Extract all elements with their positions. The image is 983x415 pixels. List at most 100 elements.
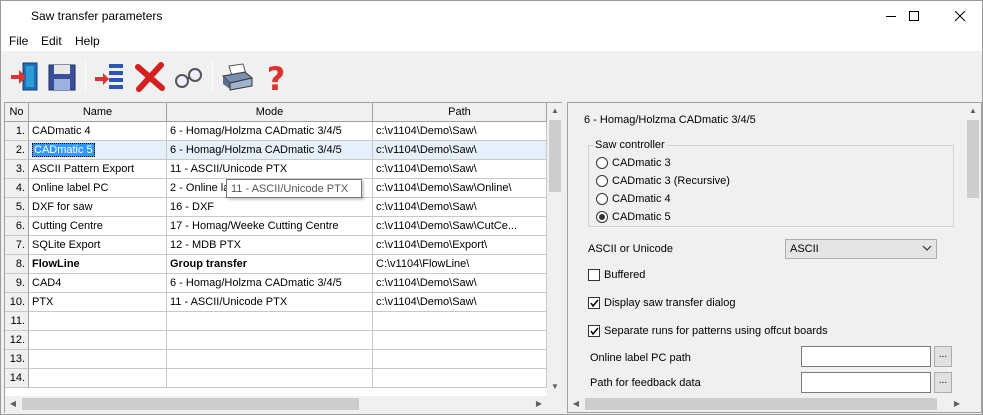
cell-mode[interactable]: 11 - ASCII/Unicode PTX: [167, 293, 373, 312]
cell-no: 13.: [5, 350, 29, 369]
close-button[interactable]: [937, 1, 983, 31]
cell-path[interactable]: c:\v1104\Demo\Saw\CutCe...: [373, 217, 547, 236]
delete-button[interactable]: [133, 60, 167, 94]
column-header-mode[interactable]: Mode: [167, 103, 373, 122]
cell-mode[interactable]: 6 - Homag/Holzma CADmatic 3/4/5: [167, 122, 373, 141]
radio-label: CADmatic 5: [612, 211, 671, 223]
feedback-path-label: Path for feedback data: [590, 377, 701, 389]
ascii-unicode-select[interactable]: ASCII: [785, 239, 937, 259]
cell-path[interactable]: [373, 331, 547, 350]
save-button[interactable]: [45, 60, 79, 94]
scroll-right-icon[interactable]: ▶: [949, 396, 965, 412]
scroll-thumb[interactable]: [22, 398, 359, 410]
cell-mode[interactable]: [167, 369, 373, 388]
cell-no: 3.: [5, 160, 29, 179]
cell-name[interactable]: CADmatic 5: [29, 141, 167, 160]
scroll-left-icon[interactable]: ◀: [5, 396, 21, 412]
cell-name[interactable]: CAD4: [29, 274, 167, 293]
cell-path[interactable]: [373, 369, 547, 388]
scroll-thumb[interactable]: [585, 398, 937, 410]
scroll-up-icon[interactable]: ▲: [965, 103, 981, 119]
scroll-thumb[interactable]: [967, 120, 979, 198]
cell-name[interactable]: SQLite Export: [29, 236, 167, 255]
cell-name[interactable]: [29, 350, 167, 369]
chevron-down-icon: [922, 245, 932, 251]
menu-bar: File Edit Help: [1, 31, 982, 51]
column-header-path[interactable]: Path: [373, 103, 547, 122]
saw-controller-label: Saw controller: [593, 139, 667, 151]
cell-path[interactable]: c:\v1104\Demo\Export\: [373, 236, 547, 255]
cell-name[interactable]: [29, 369, 167, 388]
menu-help[interactable]: Help: [75, 34, 100, 48]
cell-mode[interactable]: 12 - MDB PTX: [167, 236, 373, 255]
cell-mode[interactable]: 17 - Homag/Weeke Cutting Centre: [167, 217, 373, 236]
cell-mode[interactable]: [167, 350, 373, 369]
cell-no: 7.: [5, 236, 29, 255]
cell-mode[interactable]: [167, 331, 373, 350]
cell-path[interactable]: c:\v1104\Demo\Saw\: [373, 141, 547, 160]
cell-no: 9.: [5, 274, 29, 293]
cell-path[interactable]: [373, 312, 547, 331]
feedback-path-input[interactable]: [801, 372, 931, 393]
radio-label: CADmatic 3 (Recursive): [612, 175, 730, 187]
cell-mode[interactable]: 16 - DXF: [167, 198, 373, 217]
scroll-up-icon[interactable]: ▲: [547, 103, 563, 119]
cell-path[interactable]: c:\v1104\Demo\Saw\: [373, 198, 547, 217]
online-path-label: Online label PC path: [590, 352, 691, 364]
menu-file[interactable]: File: [9, 34, 28, 48]
cell-mode[interactable]: Group transfer: [167, 255, 373, 274]
online-path-input[interactable]: [801, 346, 931, 367]
exit-button[interactable]: [9, 60, 43, 94]
feedback-path-browse-button[interactable]: ...: [934, 372, 952, 393]
grid-vertical-scrollbar[interactable]: ▲ ▼: [547, 103, 563, 396]
cell-name[interactable]: CADmatic 4: [29, 122, 167, 141]
cell-path[interactable]: c:\v1104\Demo\Saw\Online\: [373, 179, 547, 198]
scroll-right-icon[interactable]: ▶: [531, 396, 547, 412]
cell-name[interactable]: ASCII Pattern Export: [29, 160, 167, 179]
cell-path[interactable]: c:\v1104\Demo\Saw\: [373, 293, 547, 312]
mode-tooltip: 11 - ASCII/Unicode PTX: [226, 179, 362, 198]
cell-name[interactable]: PTX: [29, 293, 167, 312]
help-button[interactable]: ?: [259, 60, 293, 98]
cell-name[interactable]: FlowLine: [29, 255, 167, 274]
preview-button[interactable]: [171, 60, 205, 94]
ascii-unicode-label: ASCII or Unicode: [588, 243, 673, 255]
insert-row-button[interactable]: [93, 60, 127, 94]
panel-vertical-scrollbar[interactable]: ▲: [965, 103, 981, 396]
toolbar: ?: [1, 52, 982, 100]
window-title: Saw transfer parameters: [31, 9, 163, 23]
cell-no: 14.: [5, 369, 29, 388]
print-button[interactable]: [220, 60, 254, 94]
svg-text:?: ?: [267, 60, 286, 94]
cell-path[interactable]: C:\v1104\FlowLine\: [373, 255, 547, 274]
panel-horizontal-scrollbar[interactable]: ◀ ▶: [568, 396, 981, 412]
cell-path[interactable]: c:\v1104\Demo\Saw\: [373, 274, 547, 293]
cell-name[interactable]: DXF for saw: [29, 198, 167, 217]
cell-path[interactable]: [373, 350, 547, 369]
cell-path[interactable]: c:\v1104\Demo\Saw\: [373, 160, 547, 179]
cell-mode[interactable]: 11 - ASCII/Unicode PTX: [167, 160, 373, 179]
cell-mode[interactable]: 6 - Homag/Holzma CADmatic 3/4/5: [167, 274, 373, 293]
cell-mode[interactable]: 6 - Homag/Holzma CADmatic 3/4/5: [167, 141, 373, 160]
scroll-left-icon[interactable]: ◀: [568, 396, 584, 412]
menu-edit[interactable]: Edit: [41, 34, 62, 48]
scroll-down-icon[interactable]: ▼: [547, 379, 563, 395]
grid-horizontal-scrollbar[interactable]: ◀ ▶: [5, 396, 563, 413]
scroll-thumb[interactable]: [549, 120, 561, 192]
cell-no: 10.: [5, 293, 29, 312]
cell-mode[interactable]: [167, 312, 373, 331]
question-mark-icon: ?: [267, 60, 286, 98]
radio-icon: [596, 193, 608, 205]
cell-name[interactable]: [29, 312, 167, 331]
online-path-browse-button[interactable]: ...: [934, 346, 952, 367]
toolbar-separator: [212, 61, 213, 91]
selected-cell-text[interactable]: CADmatic 5: [32, 143, 95, 157]
cell-path[interactable]: c:\v1104\Demo\Saw\: [373, 122, 547, 141]
column-header-name[interactable]: Name: [29, 103, 167, 122]
column-header-no[interactable]: No: [5, 103, 29, 122]
cell-no: 5.: [5, 198, 29, 217]
maximize-button[interactable]: [891, 1, 937, 31]
cell-name[interactable]: Online label PC: [29, 179, 167, 198]
cell-name[interactable]: Cutting Centre: [29, 217, 167, 236]
cell-name[interactable]: [29, 331, 167, 350]
